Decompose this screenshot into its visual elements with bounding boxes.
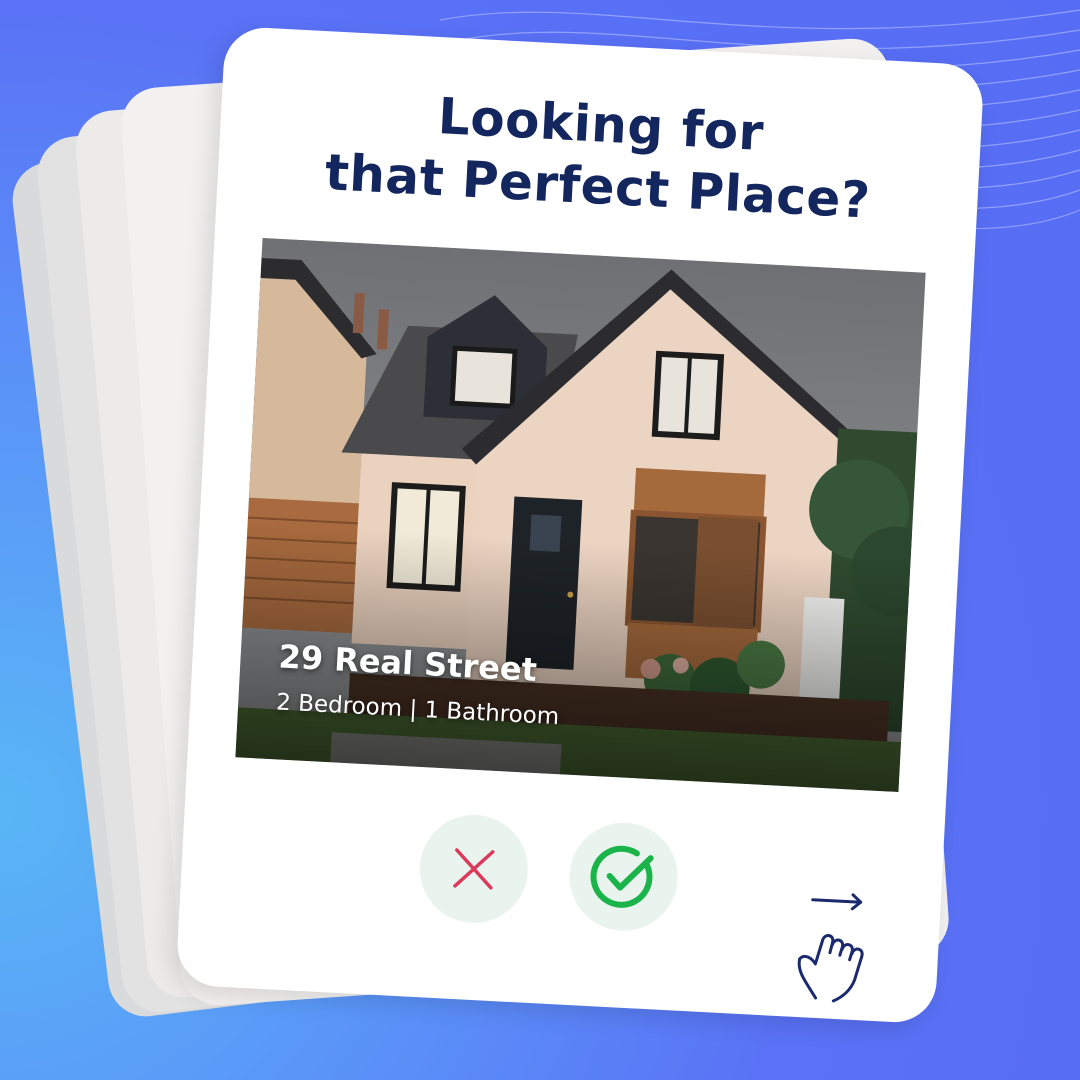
check-circle-icon bbox=[590, 845, 654, 908]
listing-card[interactable]: Looking for that Perfect Place? 29 Real … bbox=[175, 25, 985, 1025]
swipe-right-hand-icon bbox=[797, 893, 864, 1003]
accept-button[interactable] bbox=[566, 820, 681, 934]
headline: Looking for that Perfect Place? bbox=[257, 76, 943, 235]
close-icon bbox=[453, 848, 495, 890]
house-photo: 29 Real Street 2 Bedroom | 1 Bathroom bbox=[235, 237, 926, 793]
reject-button[interactable] bbox=[417, 812, 531, 926]
